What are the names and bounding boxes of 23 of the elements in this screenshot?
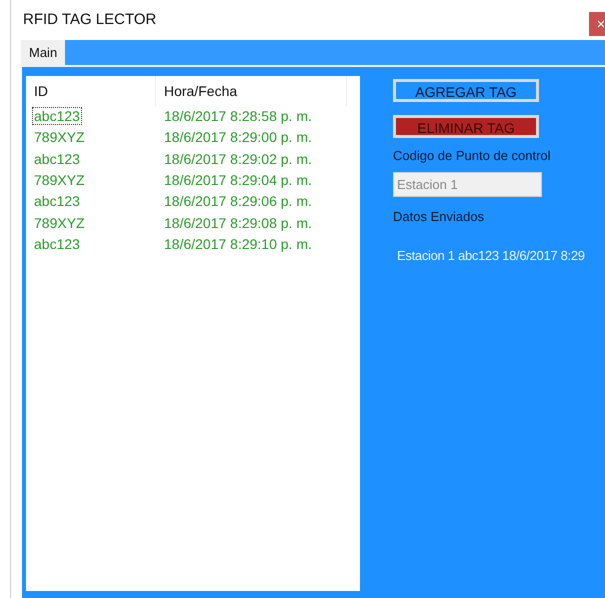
sent-label: Datos Enviados — [393, 208, 486, 226]
table-cell-text: 18/6/2017 8:29:04 p. m. — [163, 171, 312, 190]
table-cell-text: 18/6/2017 8:29:08 p. m. — [163, 214, 312, 233]
sent-data-text: Estacion 1 abc123 18/6/2017 8:29 — [397, 247, 586, 265]
column-header[interactable]: Hora/Fecha — [156, 76, 347, 106]
column-header[interactable]: ID — [26, 76, 156, 106]
table-cell[interactable]: abc123 — [33, 236, 81, 252]
tab[interactable]: Main — [21, 40, 66, 65]
table-cell-text: 18/6/2017 8:29:00 p. m. — [163, 128, 312, 148]
table-cell[interactable]: 789XYZ — [33, 129, 86, 146]
table-cell-text: 18/6/2017 8:29:10 p. m. — [163, 234, 312, 254]
table-cell[interactable]: 789XYZ — [33, 214, 86, 231]
table-cell-text: 18/6/2017 8:29:06 p. m. — [163, 192, 312, 212]
table-cell-text: 18/6/2017 8:28:58 p. m. — [163, 107, 312, 126]
table-cell-text: 18/6/2017 8:29:02 p. m. — [163, 150, 312, 169]
table-cell[interactable]: abc123 — [33, 150, 81, 167]
window-title: RFID TAG LECTOR — [23, 10, 156, 30]
field-label: Codigo de Punto de control — [393, 147, 552, 165]
table-cell[interactable]: abc123 — [33, 193, 81, 210]
add-tag-button[interactable]: AGREGAR TAG — [393, 79, 539, 102]
table-cell[interactable]: 789XYZ — [33, 172, 86, 188]
table-cell[interactable]: abc123 — [33, 108, 81, 124]
remove-tag-button[interactable]: ELIMINAR TAG — [393, 115, 539, 138]
